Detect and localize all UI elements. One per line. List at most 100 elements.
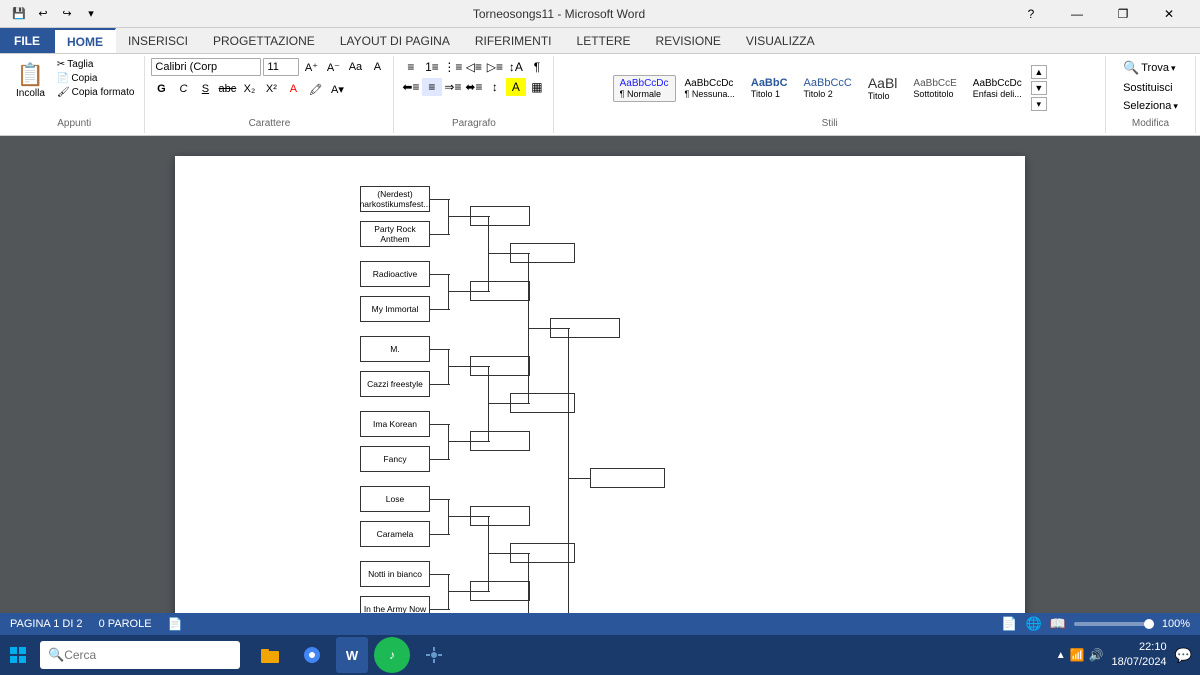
- seed-9[interactable]: Lose: [360, 486, 430, 512]
- tab-home[interactable]: HOME: [55, 28, 116, 53]
- tab-layout[interactable]: LAYOUT DI PAGINA: [328, 28, 463, 53]
- font-color2-button[interactable]: A▾: [327, 80, 347, 98]
- conn-r2-5b: [470, 591, 490, 592]
- borders-button[interactable]: ▦: [527, 78, 547, 96]
- bullets-button[interactable]: ≡: [401, 58, 421, 76]
- clear-format-button[interactable]: A: [367, 58, 387, 76]
- taglia-button[interactable]: ✂Taglia: [53, 58, 139, 71]
- qat-customize-button[interactable]: ▾: [80, 3, 102, 25]
- align-left-button[interactable]: ⬅≡: [401, 78, 421, 96]
- shading-button[interactable]: A: [506, 78, 526, 96]
- seed-11[interactable]: Notti in bianco: [360, 561, 430, 587]
- para-row1: ≡ 1≡ ⋮≡ ◁≡ ▷≡ ↕A ¶: [401, 58, 547, 76]
- taskbar-settings-icon[interactable]: [416, 637, 452, 673]
- sostituisci-button[interactable]: Sostituisci: [1117, 80, 1179, 96]
- final-box[interactable]: [590, 468, 665, 488]
- style-nessuna[interactable]: AaBbCcDc ¶ Nessuna...: [678, 75, 742, 102]
- taskbar-explorer-icon[interactable]: [252, 637, 288, 673]
- style-titolo2[interactable]: AaBbCcC Titolo 2: [797, 74, 859, 102]
- font-grow-button[interactable]: A⁺: [301, 58, 321, 76]
- highlight-button[interactable]: 🖍: [305, 80, 325, 98]
- clipboard-side: ✂Taglia 📄Copia 🖌Copia formato: [53, 58, 139, 99]
- font-case-button[interactable]: Aa: [345, 58, 365, 76]
- copia-formato-button[interactable]: 🖌Copia formato: [53, 86, 139, 99]
- style-titolo1[interactable]: AaBbC Titolo 1: [744, 74, 795, 102]
- seed-5[interactable]: M.: [360, 336, 430, 362]
- font-name-input[interactable]: [151, 58, 261, 76]
- taskbar-word-icon[interactable]: W: [336, 637, 368, 673]
- subscript-button[interactable]: X₂: [239, 80, 259, 98]
- seed-8[interactable]: Fancy: [360, 446, 430, 472]
- taskbar-spotify-icon[interactable]: ♪: [374, 637, 410, 673]
- search-input[interactable]: [64, 648, 224, 662]
- tab-file[interactable]: FILE: [0, 28, 55, 53]
- show-marks-button[interactable]: ¶: [527, 58, 547, 76]
- tray-up-arrow[interactable]: ▲: [1056, 650, 1066, 661]
- copia-button[interactable]: 📄Copia: [53, 72, 139, 85]
- incolla-button[interactable]: 📋 Incolla: [10, 58, 51, 103]
- tab-revisione[interactable]: REVISIONE: [644, 28, 734, 53]
- style-titolo[interactable]: AaBl Titolo: [861, 72, 905, 104]
- seed-2[interactable]: Party Rock Anthem: [360, 221, 430, 247]
- decrease-indent-button[interactable]: ◁≡: [464, 58, 484, 76]
- save-button[interactable]: 💾: [8, 3, 30, 25]
- styles-up-button[interactable]: ▲: [1031, 65, 1047, 79]
- styles-down-button[interactable]: ▼: [1031, 81, 1047, 95]
- seed-10[interactable]: Caramela: [360, 521, 430, 547]
- layout-web-icon[interactable]: 🌐: [1025, 616, 1041, 632]
- style-sottotitolo[interactable]: AaBbCcE Sottotitolo: [906, 75, 963, 102]
- conn-h-r3-1c: [528, 328, 550, 329]
- font-shrink-button[interactable]: A⁻: [323, 58, 343, 76]
- tab-lettere[interactable]: LETTERE: [565, 28, 644, 53]
- language-icon[interactable]: 📄: [168, 617, 183, 631]
- styles-expand-button[interactable]: ▾: [1031, 97, 1047, 111]
- notification-icon[interactable]: 💬: [1175, 647, 1192, 664]
- seed-7[interactable]: Ima Korean: [360, 411, 430, 437]
- align-right-button[interactable]: ⇒≡: [443, 78, 463, 96]
- numbering-button[interactable]: 1≡: [422, 58, 442, 76]
- seed-1[interactable]: (Nerdest) narkostikumsfest...: [360, 186, 430, 212]
- start-button[interactable]: [0, 637, 36, 673]
- tab-riferimenti[interactable]: RIFERIMENTI: [463, 28, 565, 53]
- minimize-button[interactable]: —: [1054, 0, 1100, 28]
- style-normale[interactable]: AaBbCcDc ¶ Normale: [613, 75, 676, 102]
- trova-button[interactable]: 🔍 Trova ▾: [1117, 58, 1181, 78]
- bold-button[interactable]: G: [151, 80, 171, 98]
- seed-6[interactable]: Cazzi freestyle: [360, 371, 430, 397]
- seleziona-button[interactable]: Seleziona ▾: [1117, 98, 1184, 114]
- seed-3[interactable]: Radioactive: [360, 261, 430, 287]
- line-spacing-button[interactable]: ↕: [485, 78, 505, 96]
- align-center-button[interactable]: ≡: [422, 78, 442, 96]
- conn-h-r4-1c: [568, 478, 590, 479]
- justify-button[interactable]: ⬌≡: [464, 78, 484, 96]
- zoom-level: 100%: [1162, 618, 1190, 630]
- layout-print-icon[interactable]: 📄: [1001, 616, 1017, 632]
- font-color-button[interactable]: A: [283, 80, 303, 98]
- tab-inserisci[interactable]: INSERISCI: [116, 28, 201, 53]
- zoom-slider[interactable]: [1074, 622, 1154, 626]
- italic-button[interactable]: C: [173, 80, 193, 98]
- help-button[interactable]: ?: [1008, 0, 1054, 28]
- superscript-button[interactable]: X²: [261, 80, 281, 98]
- underline-button[interactable]: S: [195, 80, 215, 98]
- font-size-input[interactable]: [263, 58, 299, 76]
- tab-progettazione[interactable]: PROGETTAZIONE: [201, 28, 328, 53]
- taskbar-chrome-icon[interactable]: [294, 637, 330, 673]
- tab-visualizza[interactable]: VISUALIZZA: [734, 28, 828, 53]
- redo-button[interactable]: ↪: [56, 3, 78, 25]
- seed-12[interactable]: In the Army Now: [360, 596, 430, 613]
- strikethrough-button[interactable]: abc: [217, 80, 237, 98]
- style-enfasi[interactable]: AaBbCcDc Enfasi deli...: [966, 75, 1029, 102]
- sort-button[interactable]: ↕A: [506, 58, 526, 76]
- taskbar-search-box[interactable]: 🔍: [40, 641, 240, 669]
- clock-time: 22:10: [1112, 640, 1167, 655]
- seed-4[interactable]: My Immortal: [360, 296, 430, 322]
- taskbar-clock[interactable]: 22:10 18/07/2024: [1112, 640, 1167, 671]
- layout-read-icon[interactable]: 📖: [1050, 616, 1066, 632]
- increase-indent-button[interactable]: ▷≡: [485, 58, 505, 76]
- undo-button[interactable]: ↩: [32, 3, 54, 25]
- maximize-button[interactable]: ❐: [1100, 0, 1146, 28]
- multilevel-button[interactable]: ⋮≡: [443, 58, 463, 76]
- close-button[interactable]: ✕: [1146, 0, 1192, 28]
- conn-h-5a: [430, 499, 450, 500]
